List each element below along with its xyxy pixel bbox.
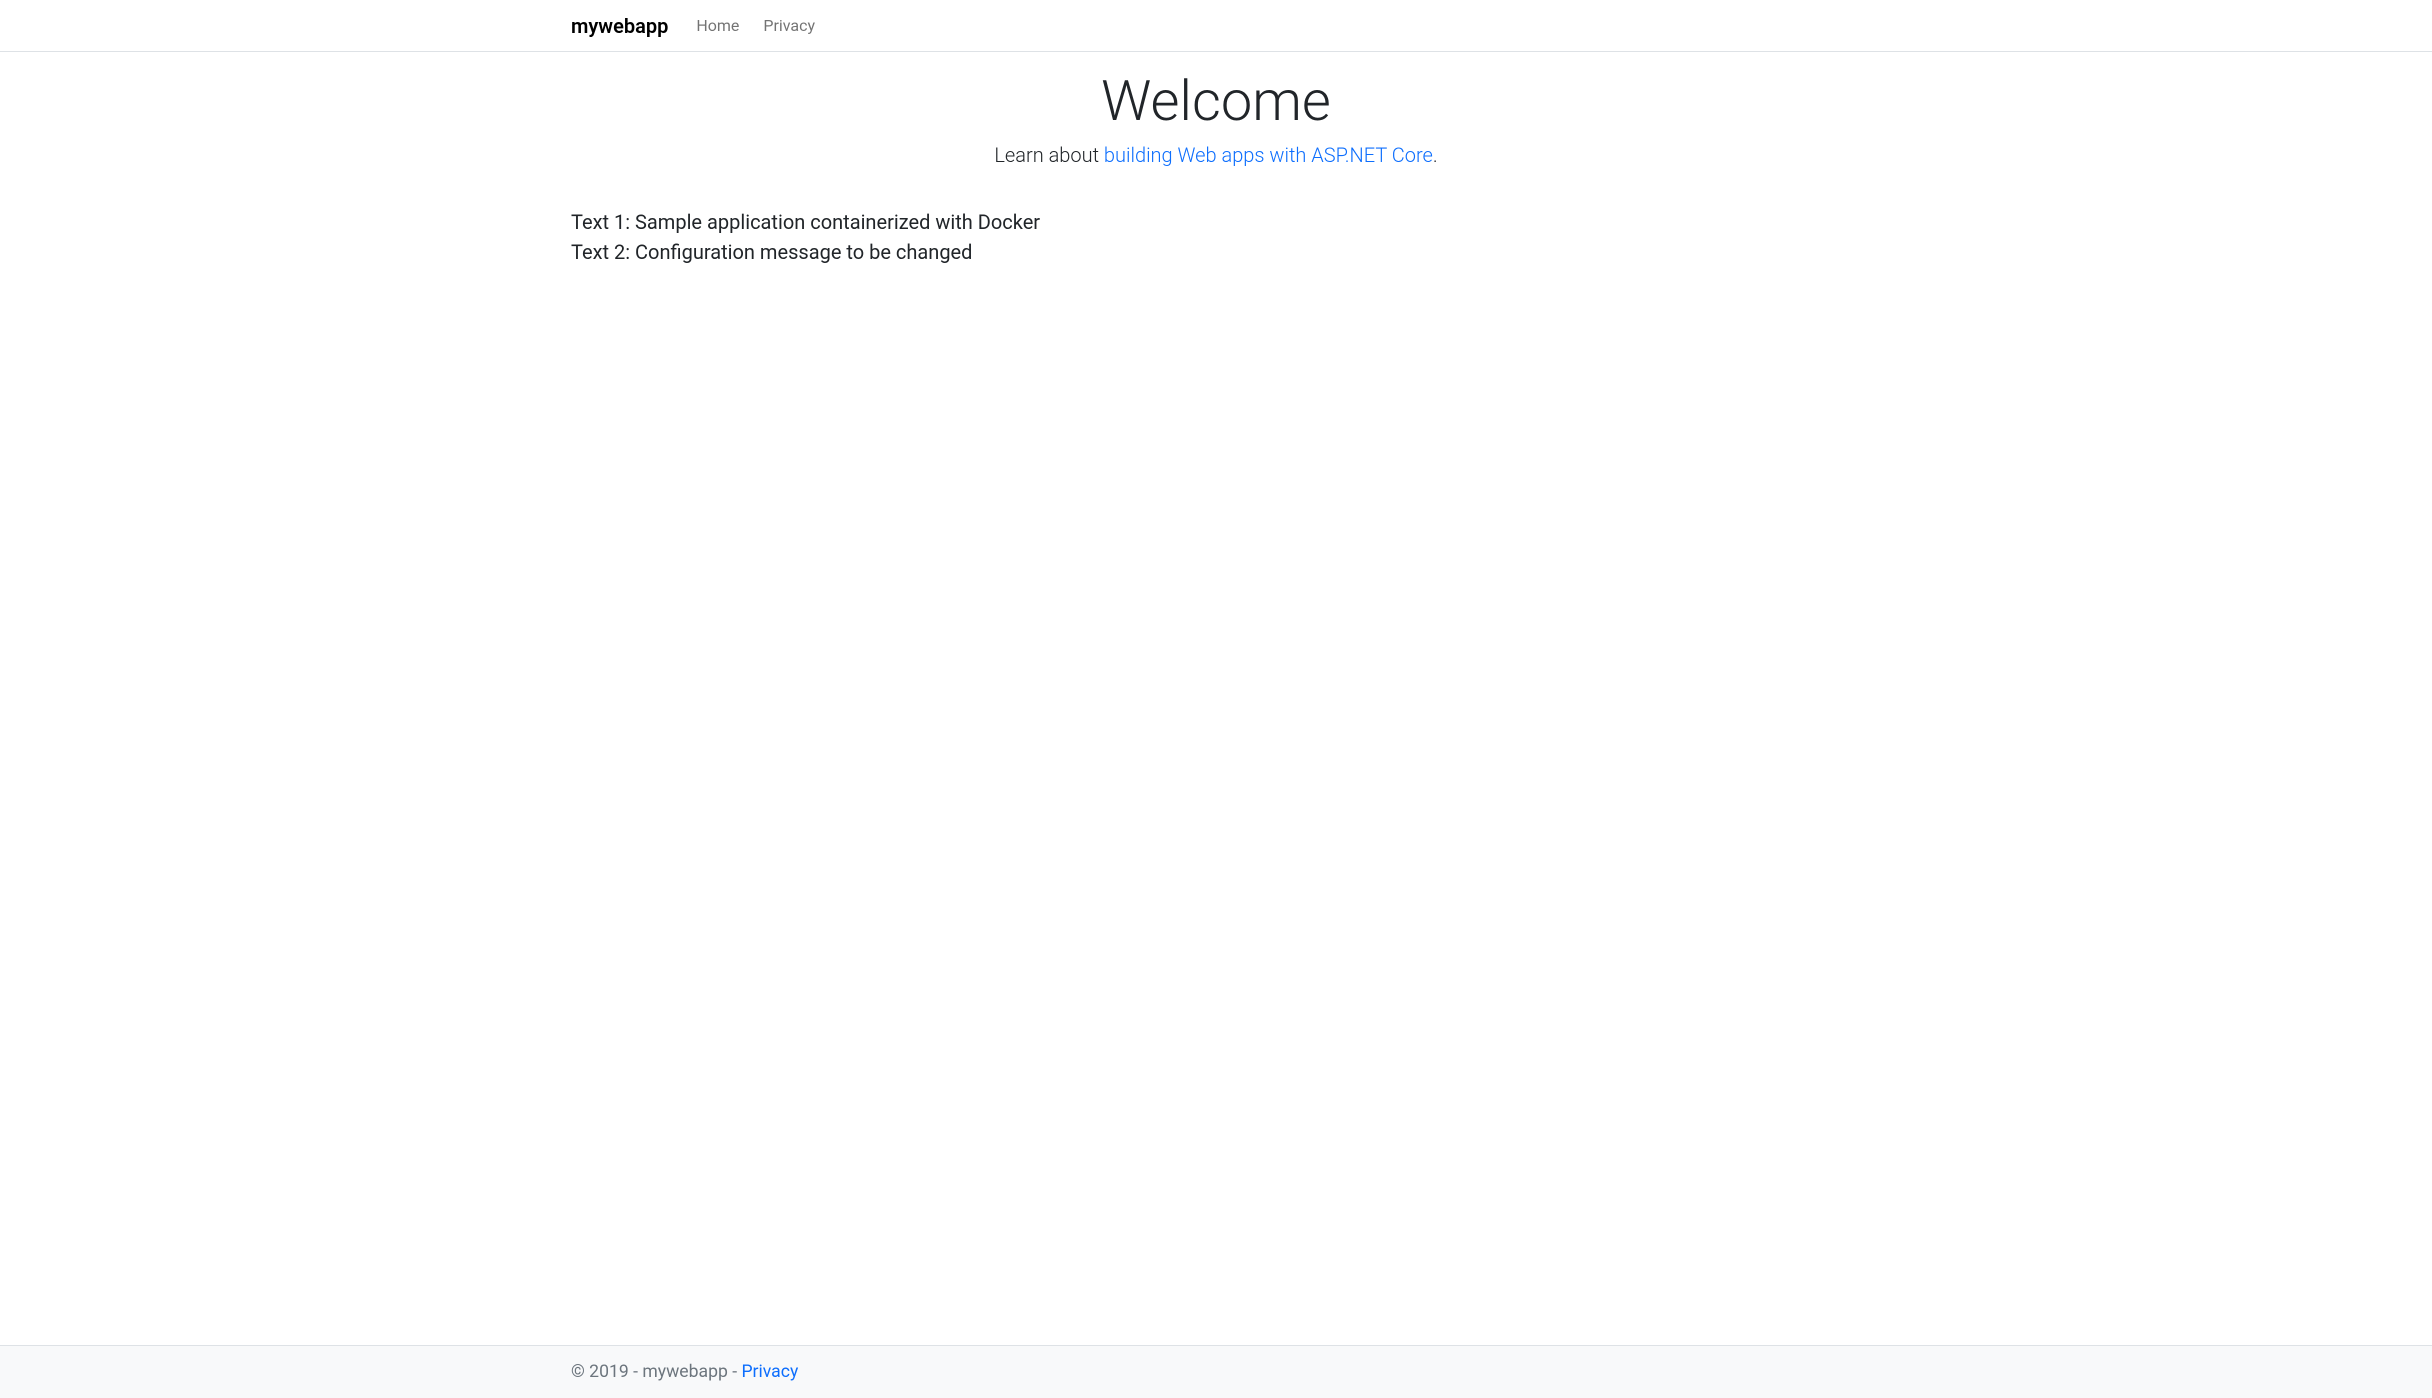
lead-text: Learn about building Web apps with ASP.N… bbox=[571, 143, 1861, 167]
footer-copyright: © 2019 - mywebapp - bbox=[571, 1362, 741, 1382]
content-section: Text 1: Sample application containerized… bbox=[571, 207, 1861, 267]
page-title: Welcome bbox=[571, 68, 1861, 135]
content-text-1: Text 1: Sample application containerized… bbox=[571, 207, 1861, 237]
nav-item-home: Home bbox=[684, 8, 751, 43]
nav-link-privacy[interactable]: Privacy bbox=[751, 8, 827, 43]
nav-link-home[interactable]: Home bbox=[684, 8, 751, 43]
hero-section: Welcome Learn about building Web apps wi… bbox=[571, 68, 1861, 167]
content-text-2: Text 2: Configuration message to be chan… bbox=[571, 237, 1861, 267]
main-content: Welcome Learn about building Web apps wi… bbox=[0, 52, 2432, 1345]
nav-item-privacy: Privacy bbox=[751, 8, 827, 43]
lead-suffix: . bbox=[1433, 143, 1438, 167]
lead-prefix: Learn about bbox=[994, 143, 1104, 167]
brand-link[interactable]: mywebapp bbox=[571, 9, 668, 43]
learn-link[interactable]: building Web apps with ASP.NET Core bbox=[1104, 143, 1433, 167]
footer: © 2019 - mywebapp - Privacy bbox=[0, 1345, 2432, 1398]
footer-privacy-link[interactable]: Privacy bbox=[741, 1362, 798, 1382]
navbar: mywebapp Home Privacy bbox=[0, 0, 2432, 52]
